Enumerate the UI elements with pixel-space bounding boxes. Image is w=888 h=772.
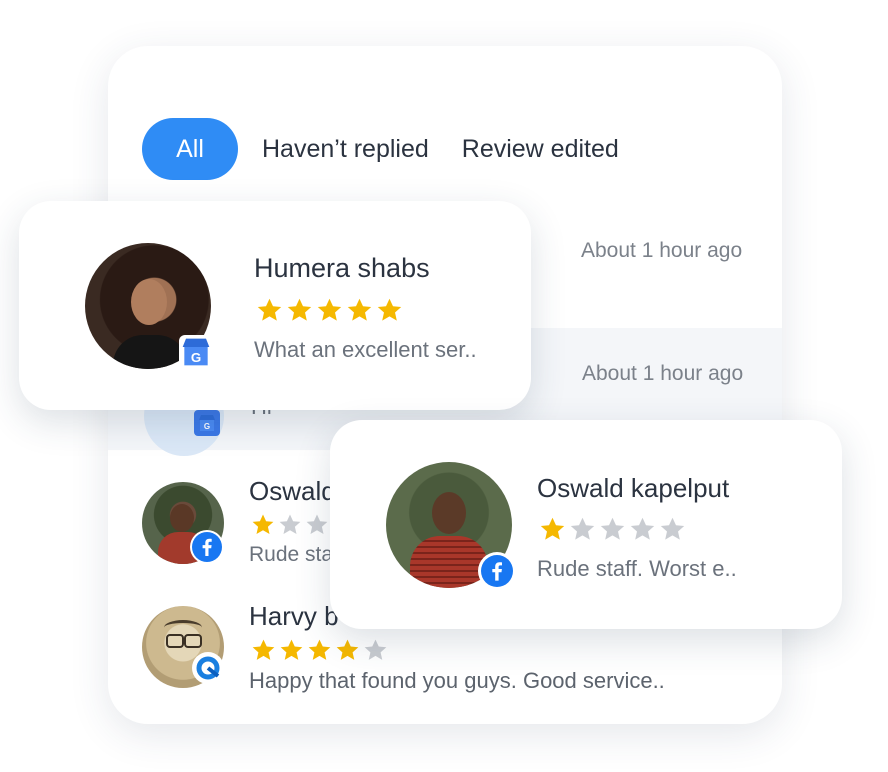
tab-havent-replied[interactable]: Haven’t replied bbox=[262, 135, 429, 164]
review-card-humera[interactable]: G Humera shabs What an excellent ser.. bbox=[19, 201, 531, 410]
star-empty-icon bbox=[364, 639, 387, 660]
review-time: About 1 hour ago bbox=[582, 362, 744, 385]
rating-stars bbox=[251, 638, 391, 663]
facebook-icon bbox=[478, 552, 516, 590]
star-empty-icon bbox=[306, 514, 328, 534]
star-filled-icon bbox=[252, 639, 275, 660]
star-filled-icon bbox=[336, 639, 359, 660]
reviewer-name: Oswald kapelput bbox=[537, 473, 730, 503]
star-empty-icon bbox=[279, 514, 301, 534]
app-badge-icon bbox=[192, 652, 224, 684]
svg-text:G: G bbox=[191, 350, 201, 365]
reviewer-name: Humera shabs bbox=[254, 253, 430, 283]
google-business-icon: G bbox=[194, 410, 220, 436]
star-empty-icon bbox=[600, 517, 625, 540]
star-filled-icon bbox=[540, 517, 565, 540]
star-empty-icon bbox=[630, 517, 655, 540]
star-empty-icon bbox=[570, 517, 595, 540]
star-empty-icon bbox=[660, 517, 685, 540]
facebook-icon bbox=[190, 530, 224, 564]
filter-tabs: All Haven’t replied Review edited bbox=[142, 118, 652, 180]
star-filled-icon bbox=[280, 639, 303, 660]
tab-review-edited[interactable]: Review edited bbox=[462, 135, 619, 164]
review-snippet: Happy that found you guys. Good service.… bbox=[249, 668, 665, 693]
review-snippet: What an excellent ser.. bbox=[254, 337, 477, 362]
google-business-icon: G bbox=[179, 335, 213, 369]
star-filled-icon bbox=[347, 298, 372, 321]
tab-all[interactable]: All bbox=[142, 118, 238, 180]
star-filled-icon bbox=[317, 298, 342, 321]
star-filled-icon bbox=[287, 298, 312, 321]
rating-stars bbox=[539, 516, 689, 543]
review-card-oswald[interactable]: Oswald kapelput Rude staff. Worst e.. bbox=[330, 420, 842, 629]
svg-text:G: G bbox=[204, 422, 210, 431]
star-filled-icon bbox=[252, 514, 274, 534]
review-snippet: Rude staff. Worst e.. bbox=[537, 556, 737, 581]
star-filled-icon bbox=[377, 298, 402, 321]
star-filled-icon bbox=[308, 639, 331, 660]
rating-stars bbox=[256, 297, 406, 324]
reviewer-name: Harvy b bbox=[249, 601, 339, 631]
star-filled-icon bbox=[257, 298, 282, 321]
review-time: About 1 hour ago bbox=[581, 239, 743, 262]
